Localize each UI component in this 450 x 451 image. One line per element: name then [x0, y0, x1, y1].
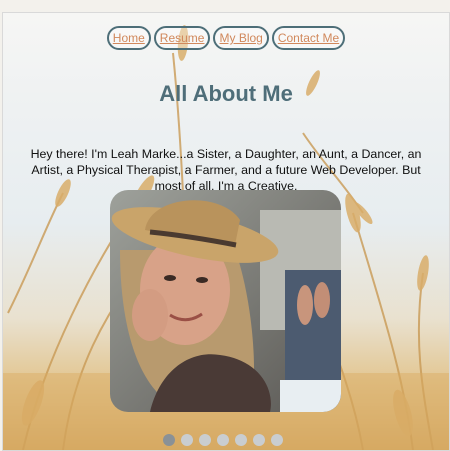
carousel-dot[interactable]: [253, 434, 265, 446]
page-title: All About Me: [159, 81, 293, 106]
profile-photo: [110, 190, 341, 412]
top-nav: Home Resume My Blog Contact Me: [3, 26, 449, 50]
nav-blog-link[interactable]: My Blog: [213, 26, 269, 50]
carousel-dot[interactable]: [235, 434, 247, 446]
carousel-dot[interactable]: [181, 434, 193, 446]
nav-home-link[interactable]: Home: [106, 26, 151, 50]
page-frame: Home Resume My Blog Contact Me All About…: [2, 12, 450, 451]
carousel-dot[interactable]: [199, 434, 211, 446]
carousel-dot[interactable]: [217, 434, 229, 446]
nav-resume-link[interactable]: Resume: [153, 26, 211, 50]
nav-contact-link[interactable]: Contact Me: [271, 26, 346, 50]
carousel-dot[interactable]: [271, 434, 283, 446]
carousel-indicators: [163, 434, 283, 446]
carousel-dot[interactable]: [163, 434, 175, 446]
portrait-image: [110, 190, 341, 412]
intro-paragraph: Hey there! I'm Leah Marke...a Sister, a …: [30, 147, 422, 193]
